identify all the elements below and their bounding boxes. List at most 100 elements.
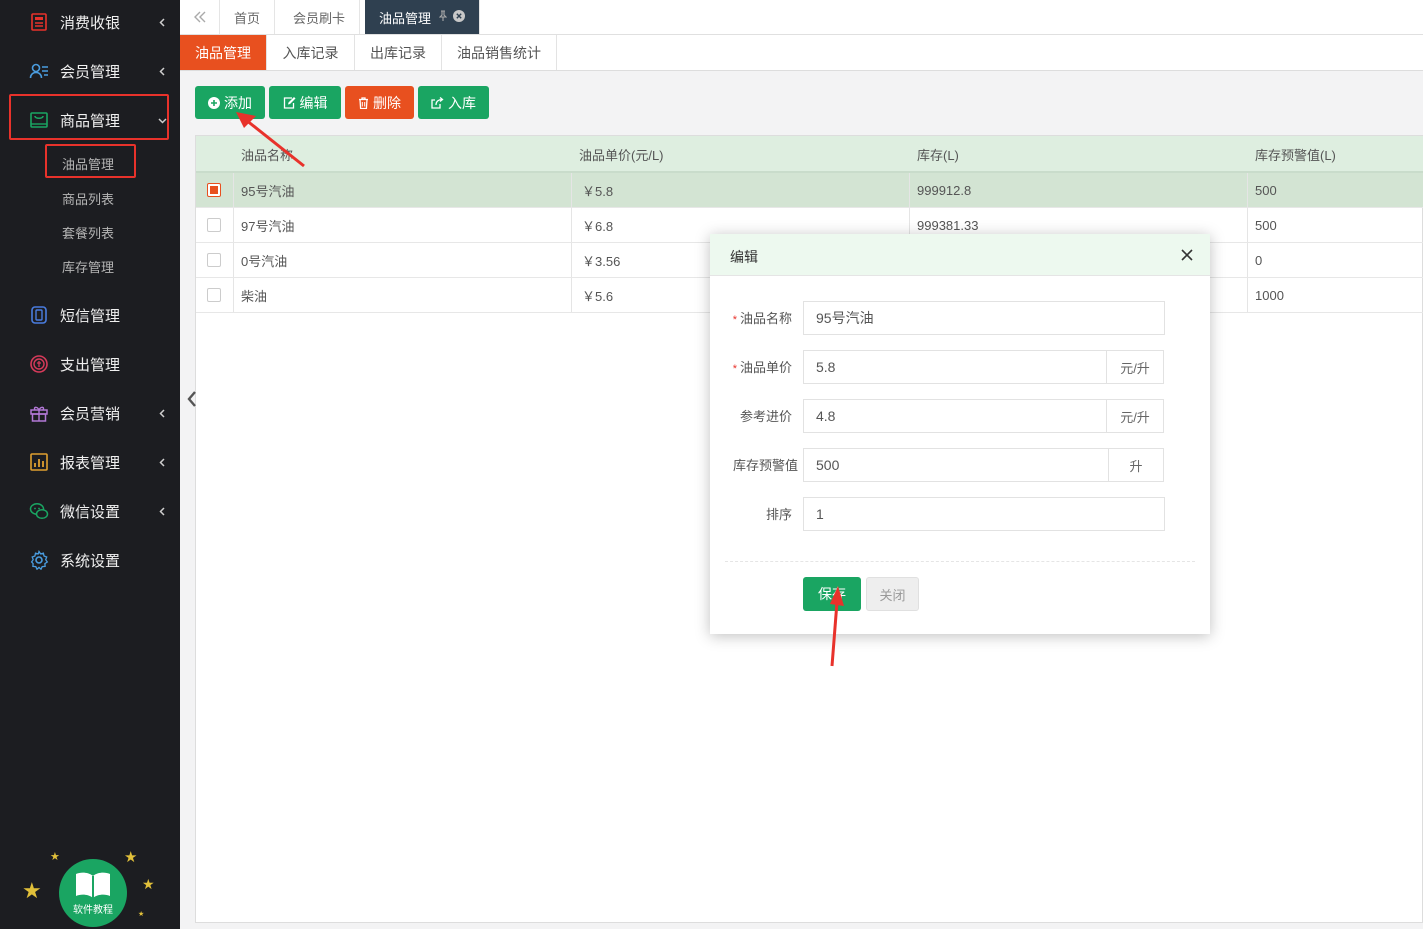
chevron-left-icon	[158, 506, 167, 516]
chevron-left-icon[interactable]	[184, 388, 200, 410]
row-checkbox[interactable]	[207, 183, 221, 197]
required-mark: *	[732, 363, 737, 375]
table-row[interactable]: 95号汽油 ￥5.8 999912.8 500	[196, 173, 1423, 208]
sidebar-item-reports[interactable]: 报表管理	[0, 440, 180, 484]
add-label: 添加	[224, 94, 252, 111]
sidebar-item-label: 会员营销	[60, 405, 121, 423]
reference-cost-input[interactable]	[803, 399, 1107, 433]
stock-in-button[interactable]: 入库	[418, 86, 489, 119]
tutorial-label: 软件教程	[73, 904, 113, 916]
annotation-highlight-oil	[45, 144, 136, 178]
sidebar-subitem-package-list[interactable]: 套餐列表	[62, 223, 114, 242]
sidebar-item-settings[interactable]: 系统设置	[0, 538, 180, 582]
column-header-name[interactable]: 油品名称	[241, 136, 293, 172]
tab-member-card[interactable]: 会员刷卡	[279, 0, 361, 34]
sidebar-item-sms[interactable]: 短信管理	[0, 293, 180, 337]
dialog-divider	[725, 561, 1195, 562]
wechat-icon	[29, 501, 49, 521]
cell-stock: 999912.8	[917, 182, 972, 198]
tab-home[interactable]: 首页	[220, 0, 276, 34]
star-icon: ★	[50, 851, 60, 863]
sidebar-item-label: 系统设置	[60, 552, 121, 570]
field-label-oil-price: * 油品单价	[732, 360, 792, 375]
oil-price-input[interactable]	[803, 350, 1107, 384]
sidebar-item-cashier[interactable]: 消费收银	[0, 0, 180, 44]
field-label-reference-cost: 参考进价	[739, 409, 792, 424]
close-tab-icon[interactable]	[453, 9, 466, 25]
share-icon	[431, 96, 444, 109]
sms-icon	[29, 305, 49, 325]
field-label-sort: 排序	[765, 507, 792, 522]
stock-warning-input[interactable]	[803, 448, 1109, 482]
star-icon: ★	[22, 878, 42, 903]
cell-warning: 1000	[1255, 287, 1284, 303]
subtab-oil-management[interactable]: 油品管理	[180, 35, 267, 70]
sidebar-item-label: 报表管理	[60, 454, 121, 472]
star-icon: ★	[138, 911, 145, 918]
sort-input[interactable]	[803, 497, 1165, 531]
sidebar-item-marketing[interactable]: 会员营销	[0, 391, 180, 435]
gear-icon	[29, 550, 49, 570]
row-checkbox[interactable]	[207, 288, 221, 302]
sidebar-item-label: 微信设置	[60, 503, 121, 521]
chevron-left-icon	[158, 457, 167, 467]
sub-tab-bar: 油品管理 入库记录 出库记录 油品销售统计	[180, 35, 1423, 71]
table-header: 油品名称 油品单价(元/L) 库存(L) 库存预警值(L)	[196, 136, 1423, 173]
plus-circle-icon	[208, 96, 220, 109]
chevron-left-icon	[158, 66, 167, 76]
report-icon	[29, 452, 49, 472]
trash-icon	[358, 96, 369, 109]
row-checkbox[interactable]	[207, 253, 221, 267]
tab-oil-management[interactable]: 油品管理	[365, 0, 481, 34]
cell-name: 95号汽油	[241, 183, 295, 199]
add-button[interactable]: 添加	[195, 86, 265, 119]
stock-in-label: 入库	[448, 94, 476, 111]
liter-unit-suffix: 升	[1109, 448, 1164, 482]
double-chevron-left-icon[interactable]	[180, 0, 220, 34]
member-icon	[29, 61, 49, 81]
cell-price: ￥6.8	[582, 218, 614, 234]
sidebar-item-label: 会员管理	[60, 63, 121, 81]
pin-icon[interactable]	[438, 10, 448, 24]
column-header-warning[interactable]: 库存预警值(L)	[1255, 136, 1336, 172]
annotation-highlight-goods	[9, 94, 169, 140]
subtab-oil-sales-stats[interactable]: 油品销售统计	[442, 35, 557, 70]
close-button[interactable]: 关闭	[866, 577, 919, 611]
edit-label: 编辑	[299, 94, 328, 111]
sidebar-item-label: 短信管理	[60, 307, 121, 325]
sidebar: 消费收银 会员管理 商品管理 油品管理 商品列表 套餐列表 库存管理 短信管理 …	[0, 0, 180, 929]
edit-button[interactable]: 编辑	[269, 86, 341, 119]
sidebar-item-wechat[interactable]: 微信设置	[0, 489, 180, 533]
star-icon: ★	[142, 876, 155, 892]
delete-button[interactable]: 删除	[345, 86, 414, 119]
cell-price: ￥5.8	[582, 183, 614, 199]
star-icon: ★	[124, 849, 138, 866]
chevron-left-icon	[158, 17, 167, 27]
sidebar-item-members[interactable]: 会员管理	[0, 49, 180, 93]
row-checkbox[interactable]	[207, 218, 221, 232]
tab-label: 会员刷卡	[293, 10, 346, 26]
subtab-stock-out-records[interactable]: 出库记录	[355, 35, 442, 70]
dialog-header: 编辑	[710, 234, 1210, 276]
chevron-left-icon	[158, 408, 167, 418]
cell-name: 柴油	[241, 288, 268, 304]
cash-register-icon	[29, 12, 49, 32]
subtab-stock-in-records[interactable]: 入库记录	[267, 35, 355, 70]
field-label-oil-name: * 油品名称	[732, 311, 792, 326]
cell-warning: 500	[1255, 182, 1277, 198]
save-button[interactable]: 保存	[803, 577, 861, 611]
cell-warning: 500	[1255, 217, 1277, 233]
close-icon[interactable]	[1180, 248, 1194, 262]
sidebar-subitem-inventory[interactable]: 库存管理	[62, 257, 114, 276]
tab-label: 油品管理	[379, 10, 432, 26]
sidebar-item-label: 消费收银	[60, 14, 121, 32]
edit-icon	[283, 96, 296, 109]
expense-icon	[29, 354, 49, 374]
software-tutorial-button[interactable]: 软件教程	[59, 859, 127, 927]
oil-name-input[interactable]	[803, 301, 1165, 335]
dialog-title: 编辑	[730, 249, 758, 265]
column-header-stock[interactable]: 库存(L)	[917, 136, 959, 172]
sidebar-item-expense[interactable]: 支出管理	[0, 342, 180, 386]
sidebar-subitem-goods-list[interactable]: 商品列表	[62, 189, 114, 208]
column-header-price[interactable]: 油品单价(元/L)	[579, 136, 664, 172]
